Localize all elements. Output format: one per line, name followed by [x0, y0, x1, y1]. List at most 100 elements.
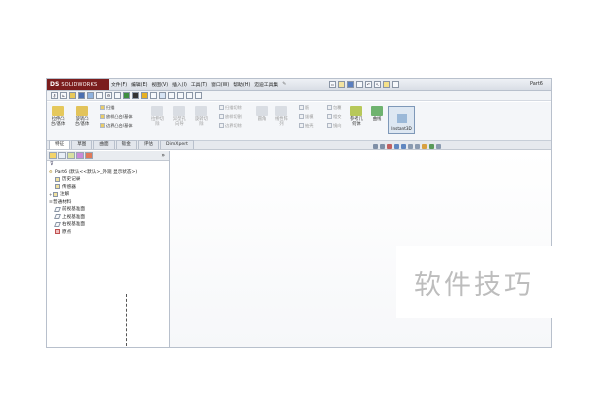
- previous-view-icon[interactable]: [387, 144, 392, 149]
- intersect-button[interactable]: 相交: [327, 114, 341, 119]
- smart-dimension-icon[interactable]: [69, 92, 76, 99]
- shaded-icon[interactable]: [123, 92, 130, 99]
- zoom-to-fit-icon[interactable]: [373, 144, 378, 149]
- revolve-cut-button[interactable]: 旋转切 除: [195, 106, 208, 127]
- command-tabs: 特征 草图 曲面 钣金 评估 DimXpert: [47, 140, 551, 150]
- loft-button[interactable]: 放样凸台/基体: [100, 114, 133, 119]
- tree-item-history[interactable]: 历史记录: [49, 176, 169, 184]
- tab-evaluate[interactable]: 评估: [137, 140, 160, 149]
- menu-help[interactable]: 帮助(H): [233, 81, 250, 88]
- gear-icon[interactable]: ⚙: [105, 92, 112, 99]
- menu-window[interactable]: 窗口(W): [211, 81, 229, 88]
- zoom-to-area-icon[interactable]: [380, 144, 385, 149]
- open-folder-icon[interactable]: [338, 81, 345, 88]
- property-manager-tab-icon[interactable]: [58, 152, 66, 159]
- view-orientation-icon[interactable]: [96, 92, 103, 99]
- rib-button[interactable]: 筋: [299, 105, 309, 110]
- print-icon[interactable]: [356, 81, 363, 88]
- menu-insert[interactable]: 插入(I): [172, 81, 187, 88]
- hole-wizard-button[interactable]: 异型孔 向导: [173, 106, 186, 127]
- appearance-icon[interactable]: [141, 92, 148, 99]
- new-document-icon[interactable]: ▫: [329, 81, 336, 88]
- dimxpert-manager-tab-icon[interactable]: [76, 152, 84, 159]
- pin-icon[interactable]: ✎: [282, 82, 286, 87]
- measure-icon[interactable]: [78, 92, 85, 99]
- zoom-to-fit-icon[interactable]: [159, 92, 166, 99]
- tree-item-right-plane[interactable]: 右视基准面: [49, 221, 169, 229]
- tree-item-sensors[interactable]: 传感器: [49, 183, 169, 191]
- secondary-toolbar: ⚷ ⊾ ⚙: [47, 91, 551, 101]
- tree-item-origin[interactable]: 原点: [49, 228, 169, 236]
- extrude-cut-button[interactable]: 拉伸切 除: [151, 106, 164, 127]
- tab-dimxpert[interactable]: DimXpert: [160, 140, 194, 149]
- splitter-handle[interactable]: [126, 294, 130, 346]
- fillet-button[interactable]: 圆角: [256, 106, 268, 122]
- sketch-line-icon[interactable]: ⊾: [60, 92, 67, 99]
- hide-show-icon[interactable]: [132, 92, 139, 99]
- draft-button[interactable]: 拔模: [299, 114, 313, 119]
- section-view-icon[interactable]: [168, 92, 175, 99]
- loft-label: 放样凸台/基体: [106, 114, 133, 119]
- key-icon[interactable]: ⚷: [51, 92, 58, 99]
- tree-item-top-plane[interactable]: 上视基准面: [49, 213, 169, 221]
- tree-item-material[interactable]: ☰ 普通材料: [49, 198, 169, 206]
- extrude-boss-button[interactable]: 拉伸凸 台/基体: [51, 106, 65, 127]
- tree-item-label: 右视基准面: [62, 222, 85, 228]
- view-settings-icon[interactable]: [186, 92, 193, 99]
- shell-button[interactable]: 抽壳: [299, 123, 313, 128]
- filter-icon[interactable]: ⊽: [47, 161, 169, 168]
- linear-pattern-button[interactable]: 线性阵 列: [275, 106, 288, 127]
- swept-cut-button[interactable]: 扫描切除: [219, 105, 242, 110]
- configuration-manager-tab-icon[interactable]: [67, 152, 75, 159]
- edit-appearance-icon[interactable]: [422, 144, 427, 149]
- menu-maidi-tools[interactable]: 迈迪工具集: [254, 81, 278, 88]
- hide-show-items-icon[interactable]: [415, 144, 420, 149]
- command-manager: 拉伸凸 台/基体 旋转凸 台/基体 扫描 放样凸台/基体 边界凸台/基体 拉伸切…: [47, 102, 551, 141]
- view-orientation-icon[interactable]: [401, 144, 406, 149]
- sweep-label: 扫描: [106, 105, 115, 110]
- lofted-cut-button[interactable]: 放样切割: [219, 114, 242, 119]
- undo-icon[interactable]: ↶: [365, 81, 372, 88]
- options-icon[interactable]: [392, 81, 399, 88]
- feature-manager-tab-icon[interactable]: [49, 152, 57, 159]
- annotation-icon: [53, 191, 58, 197]
- wrap-button[interactable]: 包覆: [327, 105, 341, 110]
- reference-geometry-button[interactable]: 参考几 何体: [350, 106, 363, 127]
- select-arrow-icon[interactable]: ↖: [374, 81, 381, 88]
- display-style-icon[interactable]: [408, 144, 413, 149]
- tab-sheet-metal[interactable]: 钣金: [115, 140, 137, 149]
- view-settings-icon[interactable]: [436, 144, 441, 149]
- tab-features[interactable]: 特征: [49, 140, 71, 149]
- panel-collapse-icon[interactable]: »: [161, 151, 165, 160]
- rebuild-icon[interactable]: [383, 81, 390, 88]
- menu-bar: 文件(F) 编辑(E) 视图(V) 插入(I) 工具(T) 窗口(W) 帮助(H…: [111, 79, 286, 90]
- section-view-icon[interactable]: [394, 144, 399, 149]
- scene-icon[interactable]: [150, 92, 157, 99]
- tab-surfaces[interactable]: 曲面: [93, 140, 115, 149]
- view-grid-icon[interactable]: [177, 92, 184, 99]
- save-icon[interactable]: [347, 81, 354, 88]
- display-manager-tab-icon[interactable]: [85, 152, 93, 159]
- tree-item-annotations[interactable]: + 注解: [49, 191, 169, 199]
- display-style-icon[interactable]: [114, 92, 121, 99]
- apply-scene-icon[interactable]: [429, 144, 434, 149]
- solidworks-logo[interactable]: DS SOLIDWORKS: [47, 79, 109, 90]
- tree-item-label: 传感器: [62, 184, 76, 190]
- tree-item-front-plane[interactable]: 前视基准面: [49, 206, 169, 214]
- boundary-cut-button[interactable]: 边界切除: [219, 123, 242, 128]
- menu-tools[interactable]: 工具(T): [191, 81, 207, 88]
- sweep-button[interactable]: 扫描: [100, 105, 114, 110]
- menu-file[interactable]: 文件(F): [111, 81, 127, 88]
- mass-properties-icon[interactable]: [87, 92, 94, 99]
- sensor-icon: [55, 184, 60, 190]
- revolve-boss-button[interactable]: 旋转凸 台/基体: [75, 106, 89, 127]
- boundary-boss-button[interactable]: 边界凸台/基体: [100, 123, 133, 128]
- curves-button[interactable]: 曲线: [371, 106, 383, 122]
- instant3d-button[interactable]: Instant3D: [388, 106, 415, 134]
- toolbar-extra-icon[interactable]: [195, 92, 202, 99]
- mirror-button[interactable]: 镜向: [327, 123, 341, 128]
- menu-edit[interactable]: 编辑(E): [131, 81, 147, 88]
- menu-view[interactable]: 视图(V): [151, 81, 168, 88]
- tab-sketch[interactable]: 草图: [71, 140, 93, 149]
- tree-root[interactable]: ⚙ Part6 (默认<<默认>_外观 显示状态>): [49, 168, 169, 176]
